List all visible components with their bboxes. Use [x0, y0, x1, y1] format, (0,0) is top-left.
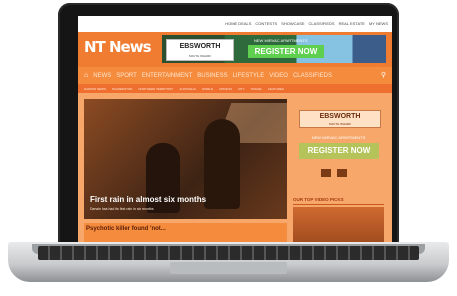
hero-summary: Darwin has had its first rain in six mon… [90, 207, 154, 211]
site-logo[interactable]: NT News [84, 36, 154, 58]
laptop-screen: HOME DEALS CONTESTS SHOWCASE CLASSIFIEDS… [78, 16, 392, 243]
laptop-keyboard [38, 246, 419, 260]
side-advertisement[interactable]: EBSWORTH SOUTH WHARF NEW MIRVAC APARTMEN… [291, 103, 386, 191]
nav-item-lifestyle[interactable]: LIFESTYLE [233, 73, 265, 79]
subnav-item-palmerston[interactable]: PALMERSTON [112, 87, 132, 91]
subnav-item-opinion[interactable]: OPINION [219, 87, 232, 91]
side-ad-headline: NEW MIRVAC APARTMENTS [311, 135, 366, 140]
masthead: NT News EBSWORTH SOUTH WHARF NEW MIRVAC … [78, 32, 392, 67]
subnav-item-darwin-news[interactable]: DARWIN NEWS [84, 87, 106, 91]
main-nav: ⌂ NEWS SPORT ENTERTAINMENT BUSINESS LIFE… [78, 67, 392, 84]
hero-story[interactable]: First rain in almost six months Darwin h… [84, 99, 287, 219]
ad-brand-subname: SOUTH WHARF [188, 54, 212, 58]
nav-item-news[interactable]: NEWS [93, 73, 111, 79]
subnav-item-travel[interactable]: TRAVEL [251, 87, 262, 91]
side-ad-brand-box: EBSWORTH SOUTH WHARF [299, 110, 381, 128]
home-icon[interactable]: ⌂ [84, 72, 88, 79]
side-ad-register-button[interactable]: REGISTER NOW [299, 143, 379, 159]
top-link-contests[interactable]: CONTESTS [255, 21, 277, 26]
side-ad-brand-name: EBSWORTH [319, 113, 361, 120]
top-link-real-estate[interactable]: REAL ESTATE [339, 21, 365, 26]
ad-headline: NEW MIRVAC APARTMENTS [254, 38, 308, 43]
nav-item-video[interactable]: VIDEO [269, 73, 288, 79]
secondary-story[interactable]: Psychotic killer found 'not... [84, 223, 287, 243]
side-ad-logo-1 [321, 169, 331, 177]
ad-register-button[interactable]: REGISTER NOW [248, 45, 324, 58]
page-content: First rain in almost six months Darwin h… [78, 93, 392, 243]
subnav-item-city[interactable]: CITY [238, 87, 245, 91]
side-ad-brand-subname: SOUTH WHARF [328, 122, 352, 126]
video-picks-divider [293, 204, 384, 205]
nav-item-sport[interactable]: SPORT [116, 73, 137, 79]
video-thumbnail[interactable] [293, 207, 384, 243]
subnav-item-features[interactable]: FEATURES [268, 87, 284, 91]
top-link-classifieds[interactable]: CLASSIFIEDS [309, 21, 335, 26]
video-picks: OUR TOP VIDEO PICKS [291, 197, 386, 243]
subnav-item-northern-territory[interactable]: NORTHERN TERRITORY [138, 87, 173, 91]
ad-brand-box: EBSWORTH SOUTH WHARF [166, 39, 234, 61]
secondary-story-headline[interactable]: Psychotic killer found 'not... [86, 226, 166, 232]
top-links: HOME DEALS CONTESTS SHOWCASE CLASSIFIEDS… [225, 21, 388, 26]
sub-nav: DARWIN NEWS PALMERSTON NORTHERN TERRITOR… [78, 84, 392, 93]
side-ad-logo-2 [337, 169, 347, 177]
subnav-item-world[interactable]: WORLD [202, 87, 213, 91]
top-advertisement[interactable]: EBSWORTH SOUTH WHARF NEW MIRVAC APARTMEN… [162, 35, 386, 63]
ad-brand-name: EBSWORTH [179, 43, 221, 50]
top-link-my-news[interactable]: MY NEWS [369, 21, 388, 26]
hero-headline[interactable]: First rain in almost six months [90, 195, 206, 204]
nav-item-classifieds[interactable]: CLASSIFIEDS [293, 73, 332, 79]
top-utility-bar: HOME DEALS CONTESTS SHOWCASE CLASSIFIEDS… [78, 16, 392, 32]
nav-item-business[interactable]: BUSINESS [197, 73, 227, 79]
hero-image-figure [204, 119, 240, 209]
top-link-home-deals[interactable]: HOME DEALS [225, 21, 251, 26]
laptop-mockup: HOME DEALS CONTESTS SHOWCASE CLASSIFIEDS… [0, 0, 457, 296]
subnav-item-australia[interactable]: AUSTRALIA [179, 87, 196, 91]
side-ad-logos [321, 169, 347, 177]
top-link-showcase[interactable]: SHOWCASE [281, 21, 304, 26]
laptop-trackpad [170, 262, 287, 274]
nav-item-entertainment[interactable]: ENTERTAINMENT [142, 73, 192, 79]
video-picks-title: OUR TOP VIDEO PICKS [293, 197, 344, 202]
search-icon[interactable]: ⚲ [381, 71, 386, 79]
